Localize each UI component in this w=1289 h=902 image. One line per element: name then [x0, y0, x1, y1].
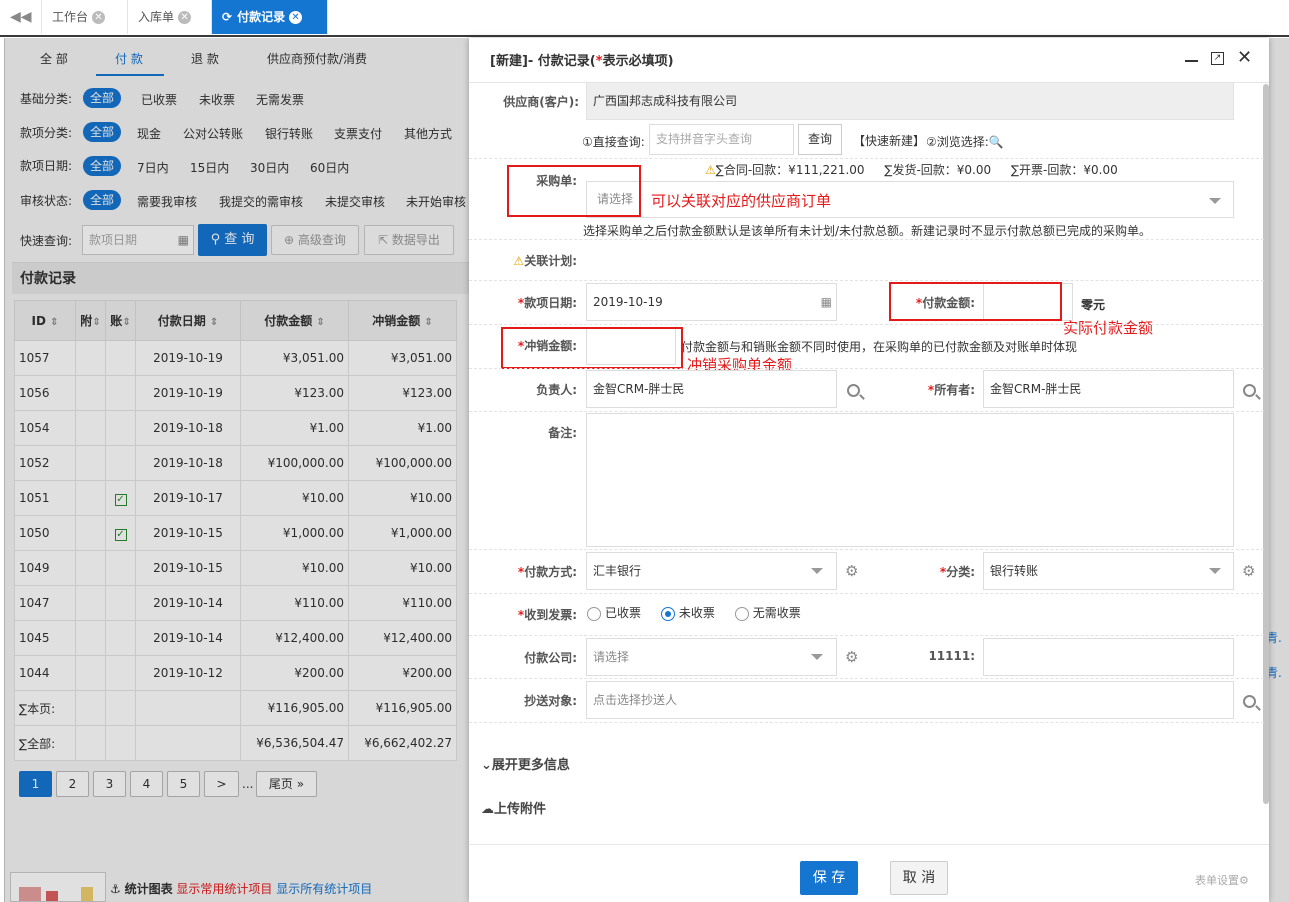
- search-icon[interactable]: [1243, 695, 1256, 708]
- owner-label: 负责人:: [536, 383, 577, 397]
- gear-icon[interactable]: ⚙: [845, 562, 858, 580]
- amount-unit: 零元: [1081, 298, 1106, 312]
- cc-label: 抄送对象:: [524, 694, 577, 708]
- modal-backdrop: [1269, 38, 1289, 902]
- search-icon[interactable]: [1243, 384, 1256, 397]
- scrollbar[interactable]: [1263, 84, 1269, 804]
- search-icon[interactable]: [847, 384, 860, 397]
- gear-icon[interactable]: ⚙: [1242, 562, 1255, 580]
- quick-new-link[interactable]: 【快速新建】: [853, 132, 925, 149]
- chevron-down-icon[interactable]: [1209, 198, 1221, 204]
- refresh-icon[interactable]: ⟳: [222, 10, 232, 24]
- invoice-radio-not-needed[interactable]: 无需收票: [734, 606, 801, 621]
- warning-icon: ⚠: [705, 163, 716, 177]
- annotation-box: [889, 282, 1062, 321]
- calendar-icon[interactable]: ▦: [821, 284, 832, 320]
- tab-payment-records[interactable]: ⟳ 付款记录 ✕: [212, 0, 328, 34]
- summary-line: ⚠∑合同-回款：¥111,221.00 ∑发货-回款：¥0.00 ∑开票-回款：…: [705, 163, 1118, 177]
- modal-backdrop: [4, 38, 469, 902]
- magnifier-icon[interactable]: 🔍: [989, 135, 1004, 149]
- holder-label: *所有者:: [927, 383, 975, 397]
- warning-icon: ⚠: [513, 254, 525, 268]
- close-icon[interactable]: ✕: [289, 11, 303, 24]
- date-input[interactable]: 2019-10-19 ▦: [586, 283, 837, 321]
- pay-method-label: *付款方式:: [517, 565, 577, 579]
- pay-method-select[interactable]: 汇丰银行: [586, 552, 837, 590]
- remark-textarea[interactable]: [586, 413, 1234, 547]
- company-label: 付款公司:: [524, 651, 577, 665]
- chevron-down-icon: ⌄: [481, 758, 492, 773]
- invoice-radio-received[interactable]: 已收票: [587, 606, 641, 621]
- direct-query-input[interactable]: 支持拼音字头查询: [649, 124, 794, 155]
- chevron-down-icon[interactable]: [811, 654, 823, 660]
- invoice-label: *收到发票:: [517, 608, 577, 622]
- custom-field-input[interactable]: [983, 638, 1234, 676]
- invoice-radio-not-received[interactable]: 未收票: [660, 606, 715, 621]
- category-select[interactable]: 银行转账: [983, 552, 1234, 590]
- holder-input[interactable]: 金智CRM-胖士民: [983, 370, 1234, 408]
- category-label: *分类:: [939, 565, 975, 579]
- remark-label: 备注:: [548, 426, 577, 440]
- plan-label: ⚠关联计划:: [513, 254, 577, 268]
- chevron-down-icon[interactable]: [1209, 568, 1221, 574]
- offset-hint: 付款金额与和销账金额不同时使用，在采购单的已付款金额及对账单时体现: [681, 340, 1078, 354]
- invoice-radio-group: 已收票 未收票 无需收票: [587, 604, 801, 621]
- tab-workbench[interactable]: 工作台 ✕: [42, 0, 128, 34]
- maximize-icon[interactable]: ↗: [1211, 52, 1224, 65]
- form-settings-link[interactable]: 表单设置⚙: [1195, 872, 1249, 888]
- cc-input[interactable]: 点击选择抄送人: [586, 681, 1234, 719]
- close-icon[interactable]: ✕: [1237, 48, 1252, 68]
- annotation-amount: 实际付款金额: [1063, 319, 1154, 337]
- gear-icon: ⚙: [1239, 874, 1249, 887]
- supplier-field: 广西国邦志成科技有限公司: [586, 82, 1234, 120]
- annotation-box: [501, 327, 683, 369]
- query-button[interactable]: 查询: [798, 124, 842, 155]
- dialog-title: [新建]- 付款记录(*表示必填项): [490, 54, 674, 69]
- save-button[interactable]: 保 存: [800, 861, 858, 895]
- company-select[interactable]: 请选择: [586, 638, 837, 676]
- direct-query-label: ①直接查询:: [582, 135, 645, 149]
- close-icon[interactable]: ✕: [178, 11, 192, 24]
- annotation-box: [507, 165, 641, 217]
- owner-input[interactable]: 金智CRM-胖士民: [586, 370, 837, 408]
- expand-more[interactable]: ⌄展开更多信息: [481, 754, 570, 773]
- tab-bar: ◀◀ 工作台 ✕ 入库单 ✕ ⟳ 付款记录 ✕: [0, 0, 1289, 37]
- cancel-button[interactable]: 取 消: [890, 861, 948, 895]
- minimize-icon[interactable]: [1185, 60, 1198, 62]
- cloud-upload-icon: ☁: [481, 802, 494, 817]
- annotation-purchase: 可以关联对应的供应商订单: [651, 192, 832, 210]
- upload-attachment[interactable]: ☁上传附件: [481, 798, 546, 817]
- payment-record-dialog: [新建]- 付款记录(*表示必填项) ↗ ✕ 供应商(客户): 广西国邦志成科技…: [469, 38, 1269, 902]
- custom-field-label: 11111:: [928, 649, 975, 663]
- supplier-label: 供应商(客户):: [503, 95, 579, 109]
- chevron-down-icon[interactable]: [811, 568, 823, 574]
- close-icon[interactable]: ✕: [92, 11, 106, 24]
- tab-inbound[interactable]: 入库单 ✕: [128, 0, 212, 34]
- browse-label[interactable]: ②浏览选择:🔍: [926, 133, 1004, 150]
- purchase-hint: 选择采购单之后付款金额默认是该单所有未计划/未付款总额。新建记录时不显示付款总额…: [583, 224, 1152, 238]
- gear-icon[interactable]: ⚙: [845, 648, 858, 666]
- double-left-arrow-icon[interactable]: ◀◀: [0, 0, 42, 34]
- date-label: *款项日期:: [517, 296, 577, 310]
